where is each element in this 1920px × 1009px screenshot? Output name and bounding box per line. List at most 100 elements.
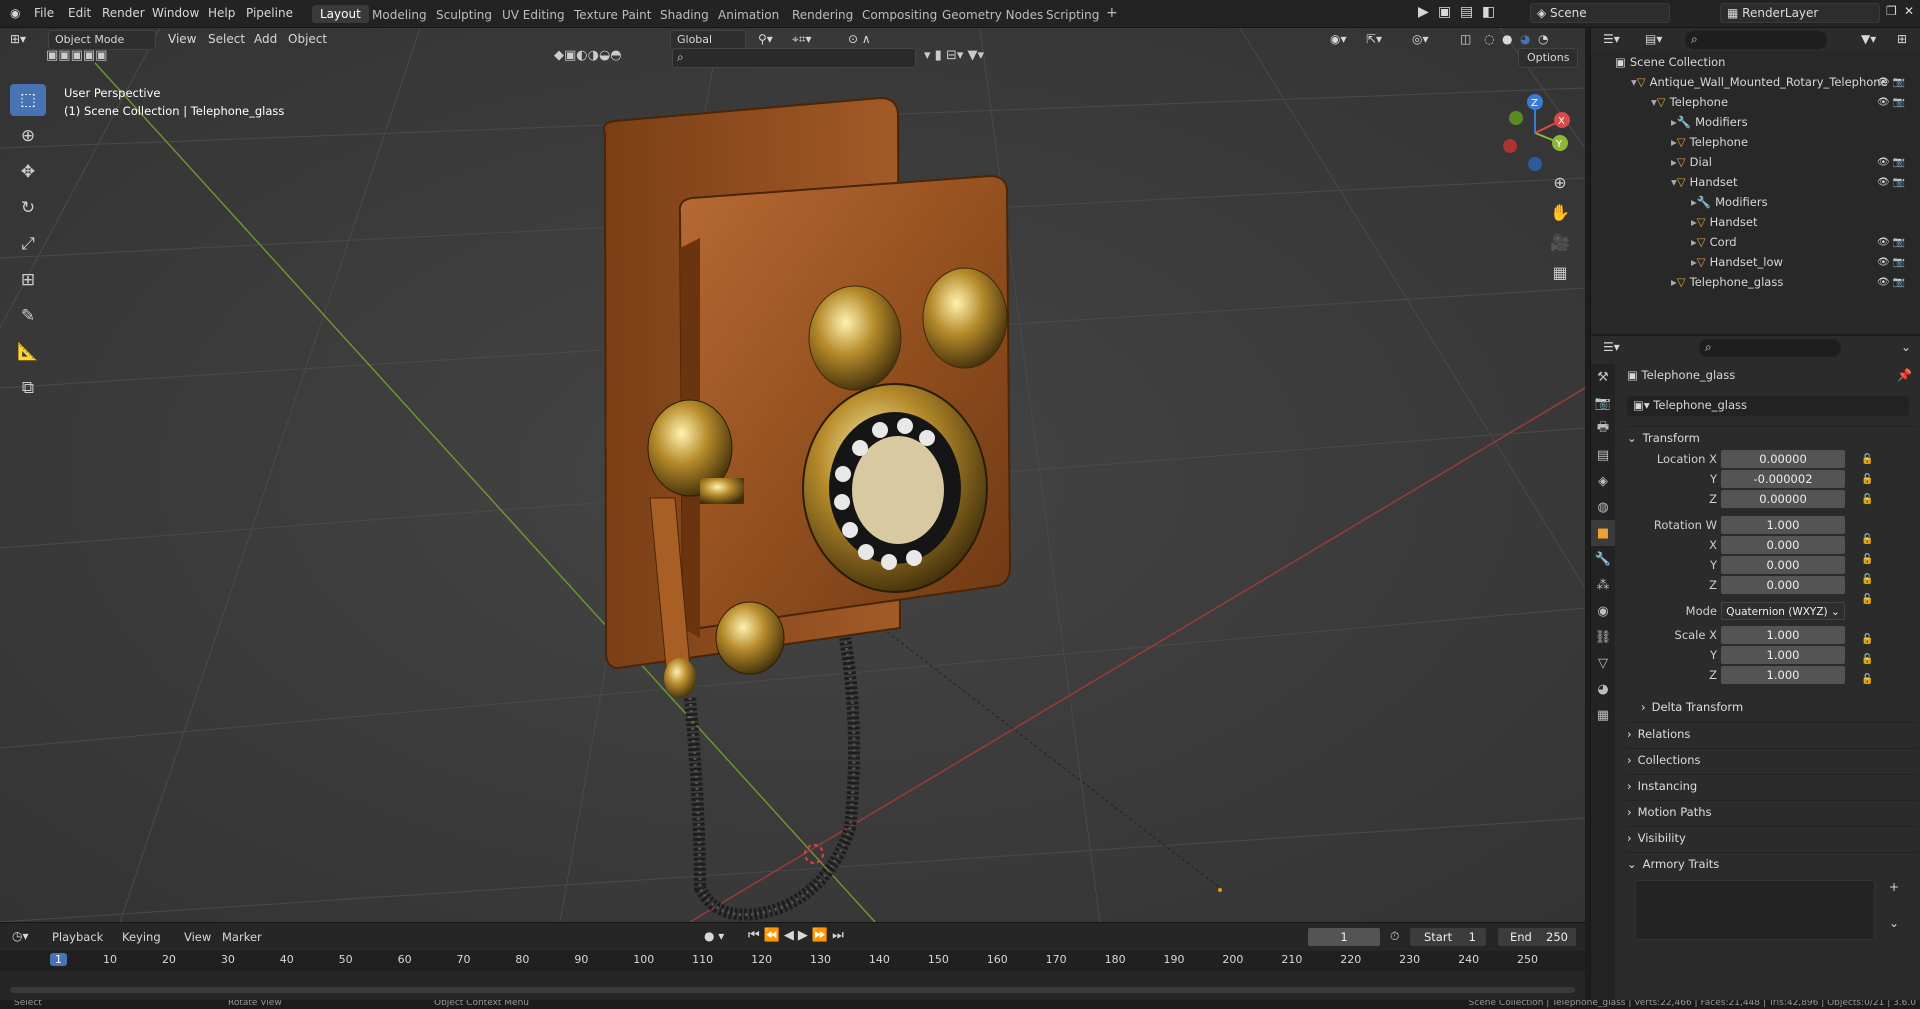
tab-sculpting[interactable]: Sculpting (436, 8, 492, 22)
copy-layer-icon[interactable]: ❐ (1886, 4, 1897, 18)
outliner-row[interactable]: ▸ ▽ Cord 👁 📷 (1591, 232, 1920, 252)
collections-panel[interactable]: › Collections (1627, 748, 1917, 770)
tool-tab-icon[interactable]: ⚒ (1591, 364, 1615, 390)
transform-tool[interactable]: ⊞ (10, 264, 46, 296)
tab-texture-paint[interactable]: Texture Paint (574, 8, 651, 22)
filter-icon[interactable]: ▼▾ (1861, 32, 1876, 46)
viewport-search-input[interactable]: ⌕ (672, 48, 916, 68)
camera-icon[interactable]: 🎥 (1545, 228, 1575, 256)
shading-solid-icon[interactable]: ● (1502, 32, 1512, 46)
zoom-icon[interactable]: ⊕ (1545, 168, 1575, 196)
options-button[interactable]: Options (1518, 48, 1578, 68)
display-mode-icon[interactable]: ▤▾ (1645, 32, 1662, 46)
cursor-tool[interactable]: ⊕ (10, 120, 46, 152)
3d-viewport[interactable]: ⊞▾ Object Mode View Select Add Object Gl… (0, 28, 1585, 922)
render-animation-icon[interactable]: ▤ (1460, 4, 1473, 20)
render-play-icon[interactable]: ▶ (1418, 4, 1429, 20)
outliner-row[interactable]: ▾ ▽ Handset 👁 📷 (1591, 172, 1920, 192)
outliner-row[interactable]: ▸ ▽ Handset (1591, 212, 1920, 232)
shading-wireframe-icon[interactable]: ◌ (1484, 32, 1494, 46)
scene-selector[interactable]: ◈ Scene (1530, 3, 1670, 23)
menu-file[interactable]: File (34, 6, 54, 20)
timeline-scrollbar[interactable] (10, 987, 1575, 993)
navigation-gizmo[interactable]: Z X Y (1490, 88, 1580, 178)
visibility-panel[interactable]: › Visibility (1627, 826, 1917, 848)
rotate-tool[interactable]: ↻ (10, 192, 46, 224)
rotation-mode-dropdown[interactable]: Quaternion (WXYZ) ⌄ (1721, 602, 1845, 620)
marker-menu[interactable]: Marker (222, 930, 262, 944)
chevron-down-icon[interactable]: ⌄ (1889, 916, 1899, 930)
telephone-model[interactable] (0, 28, 1585, 922)
filter-icons[interactable]: ◆▣◐◑◒◓ (554, 48, 622, 63)
keying-menu[interactable]: Keying (122, 930, 161, 944)
tab-uv-editing[interactable]: UV Editing (502, 8, 565, 22)
stopwatch-icon[interactable]: ⏱ (1390, 929, 1399, 944)
particles-tab-icon[interactable]: ⁂ (1591, 572, 1615, 598)
visibility-toggle-icon[interactable]: 👁 📷 (1877, 177, 1905, 188)
shading-material-icon[interactable]: ◕ (1520, 32, 1530, 46)
armory-traits-panel[interactable]: ⌄ Armory Traits (1627, 852, 1917, 874)
shading-rendered-icon[interactable]: ◔ (1538, 32, 1548, 46)
object-mode-dropdown[interactable]: Object Mode (48, 30, 156, 50)
gizmo-toggle-icon[interactable]: ⇱▾ (1366, 32, 1382, 46)
object-tab-icon[interactable]: ■ (1591, 520, 1615, 546)
bookmark-filter-icons[interactable]: ▾ ▮ ⊟▾ ▼▾ (924, 48, 984, 63)
location-y-field[interactable]: -0.000002 (1721, 470, 1845, 488)
delta-transform-panel[interactable]: › Delta Transform (1641, 696, 1917, 718)
timeline-ruler[interactable]: 1 10 20 30 40 50 60 70 80 90 100 110 120 130 140 150 160… (0, 951, 1585, 971)
current-frame-field[interactable]: 1 (1308, 928, 1380, 946)
viewlayer-icon[interactable]: ◧ (1482, 4, 1495, 20)
constraints-tab-icon[interactable]: ⛓ (1591, 624, 1615, 650)
remove-layer-icon[interactable]: ✕ (1904, 4, 1914, 18)
visibility-toggle-icon[interactable]: 👁 📷 (1877, 257, 1905, 268)
relations-panel[interactable]: › Relations (1627, 722, 1917, 744)
properties-editor-icon[interactable]: ☰▾ (1603, 340, 1620, 354)
overlay-toggle-icon[interactable]: ◎▾ (1412, 32, 1429, 46)
visibility-icon[interactable]: ◉▾ (1330, 32, 1347, 46)
select-box-tool[interactable]: ⬚ (10, 84, 46, 116)
menu-edit[interactable]: Edit (68, 6, 91, 20)
add-cube-tool[interactable]: ⧉ (10, 372, 46, 404)
tab-modeling[interactable]: Modeling (372, 8, 427, 22)
tab-rendering[interactable]: Rendering (792, 8, 853, 22)
location-x-field[interactable]: 0.00000 (1721, 450, 1845, 468)
outliner-row[interactable]: ▸ ▽ Telephone_glass 👁 📷 (1591, 272, 1920, 292)
playback-controls-icons[interactable]: ⏮⏪◀▶⏩⏭ (748, 928, 848, 943)
add-trait-icon[interactable]: + (1889, 880, 1899, 894)
outliner-row[interactable]: ▾ ▽ Telephone 👁 📷 (1591, 92, 1920, 112)
world-tab-icon[interactable]: ◍ (1591, 494, 1615, 520)
outliner-row[interactable]: ▾ ▽ Antique_Wall_Mounted_Rotary_Telephone… (1591, 72, 1920, 92)
tab-layout[interactable]: Layout (312, 5, 369, 23)
armory-traits-list[interactable] (1635, 880, 1875, 940)
chevron-down-icon[interactable]: ⌄ (1901, 340, 1911, 354)
data-tab-icon[interactable]: ▽ (1591, 650, 1615, 676)
pin-icon[interactable]: 📌 (1897, 368, 1912, 382)
playback-menu[interactable]: Playback (52, 930, 103, 944)
ortho-grid-icon[interactable]: ▦ (1545, 258, 1575, 286)
proportional-edit-icon[interactable]: ⊙ ∧ (848, 32, 871, 46)
material-tab-icon[interactable]: ◕ (1591, 676, 1615, 702)
menu-view[interactable]: View (168, 32, 196, 46)
scale-z-field[interactable]: 1.000 (1721, 666, 1845, 684)
timeline-editor-icon[interactable]: ◷▾ (12, 929, 29, 943)
xray-icon[interactable]: ◫ (1460, 32, 1471, 46)
orientation-dropdown[interactable]: Global (670, 30, 746, 50)
rotation-y-field[interactable]: 0.000 (1721, 556, 1845, 574)
physics-tab-icon[interactable]: ◉ (1591, 598, 1615, 624)
move-tool[interactable]: ✥ (10, 156, 46, 188)
outliner-row[interactable]: ▸ 🔧 Modifiers (1591, 192, 1920, 212)
outliner-row[interactable]: ▸ 🔧 Modifiers (1591, 112, 1920, 132)
instancing-panel[interactable]: › Instancing (1627, 774, 1917, 796)
location-z-field[interactable]: 0.00000 (1721, 490, 1845, 508)
transform-panel-header[interactable]: ⌄ Transform (1627, 426, 1917, 448)
scale-tool[interactable]: ⤢ (10, 228, 46, 260)
outliner-row[interactable]: ▸ ▽ Dial 👁 📷 (1591, 152, 1920, 172)
add-workspace-icon[interactable]: + (1106, 5, 1118, 21)
menu-object[interactable]: Object (288, 32, 327, 46)
visibility-toggle-icon[interactable]: 👁 📷 (1877, 97, 1905, 108)
end-frame-field[interactable]: End 250 (1498, 928, 1576, 946)
rotation-z-field[interactable]: 0.000 (1721, 576, 1845, 594)
record-icon[interactable]: ● ▾ (704, 929, 724, 943)
annotate-tool[interactable]: ✎ (10, 300, 46, 332)
visibility-toggle-icon[interactable]: 👁 📷 (1877, 237, 1905, 248)
